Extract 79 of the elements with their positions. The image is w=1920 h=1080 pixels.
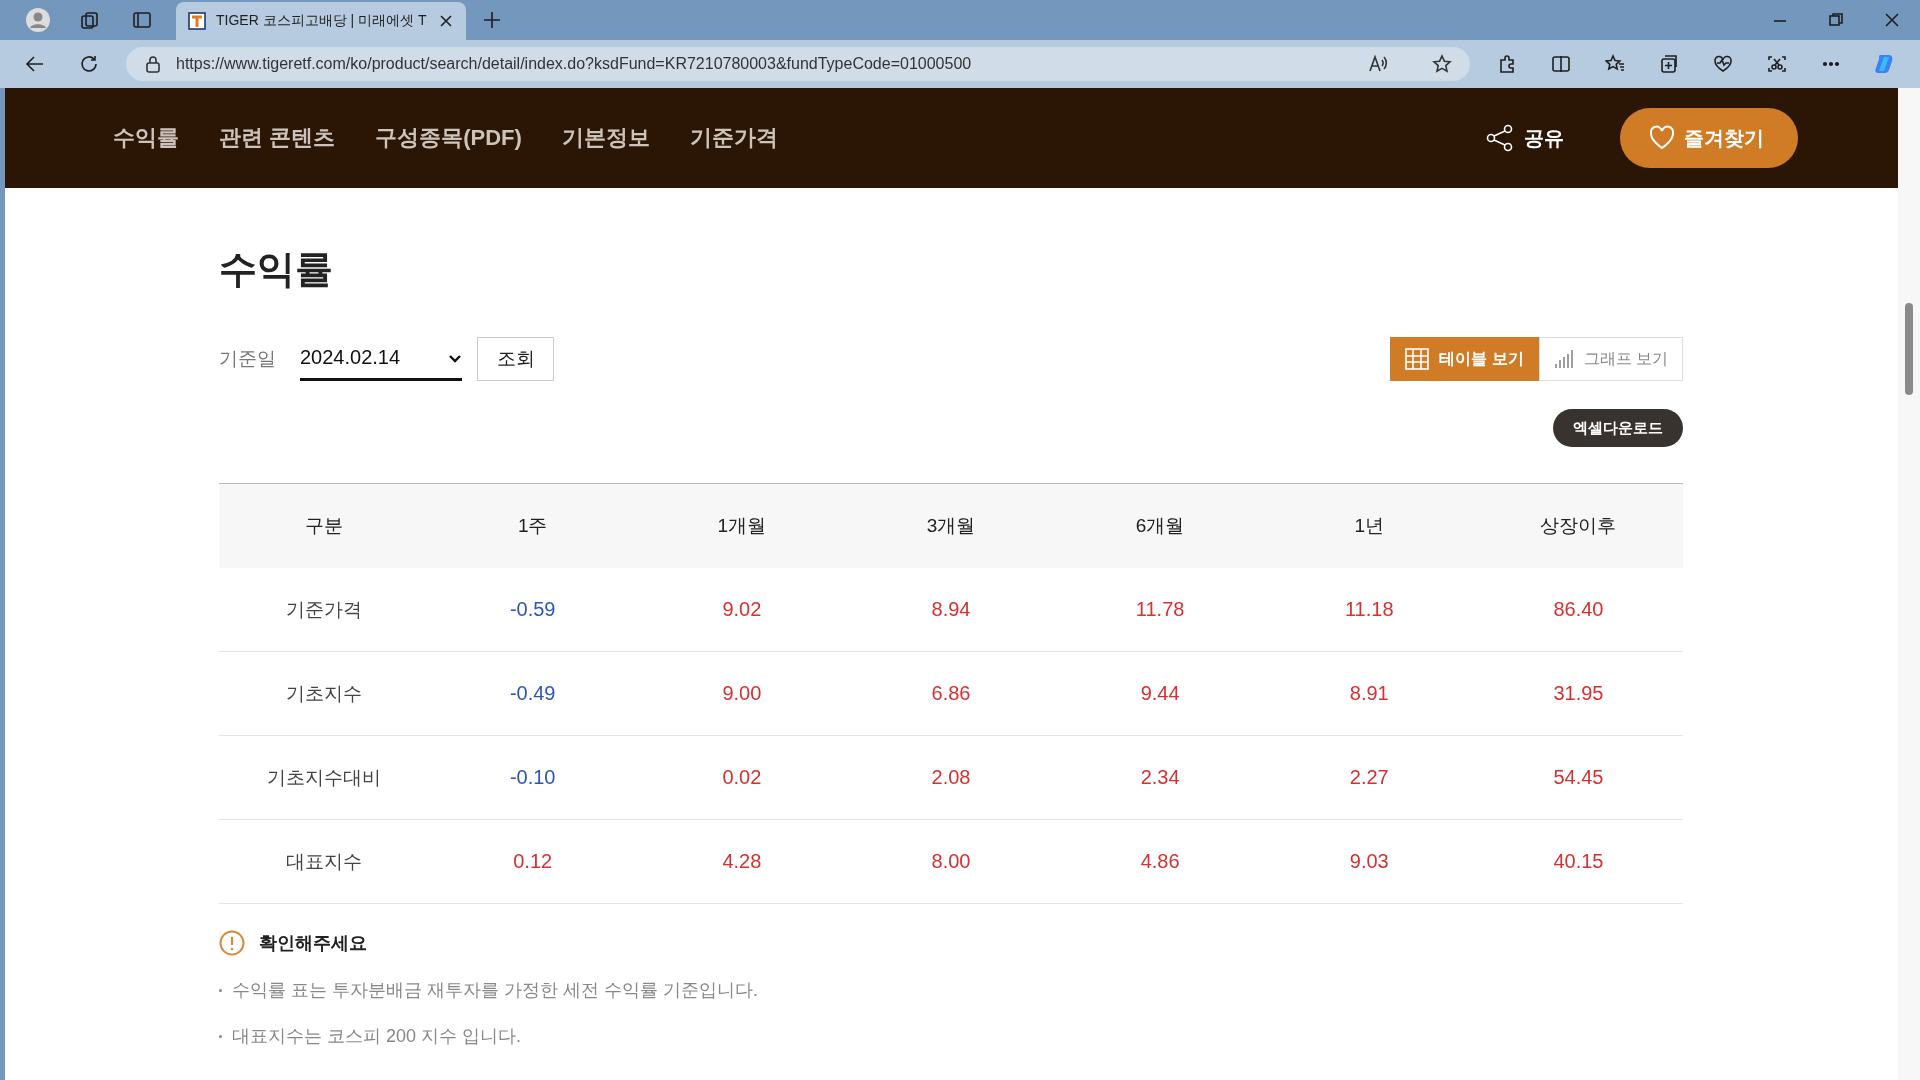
read-aloud-icon[interactable] (1368, 54, 1388, 74)
split-screen-icon[interactable] (1551, 54, 1571, 74)
nav-link[interactable]: 구성종목(PDF) (375, 123, 522, 153)
table-cell: 6.86 (846, 651, 1056, 736)
table-cell: -0.10 (428, 735, 638, 820)
column-header: 1년 (1264, 483, 1474, 568)
table-cell: 2.34 (1055, 735, 1265, 820)
profile-avatar-icon[interactable] (25, 7, 51, 33)
notice-title: 확인해주세요 (259, 932, 367, 955)
screenshot-icon[interactable] (1767, 54, 1787, 74)
table-cell: 9.02 (637, 568, 847, 652)
table-cell: 40.15 (1473, 819, 1683, 904)
table-cell: 8.91 (1264, 651, 1474, 736)
row-header: 기초지수 (219, 651, 429, 736)
back-icon[interactable] (25, 54, 45, 74)
share-icon (1486, 124, 1514, 152)
column-header: 6개월 (1055, 483, 1265, 568)
column-header: 3개월 (846, 483, 1056, 568)
extensions-icon[interactable] (1497, 54, 1517, 74)
table-cell: 8.94 (846, 568, 1056, 652)
favorites-icon[interactable] (1605, 54, 1625, 74)
bar-chart-icon (1553, 348, 1574, 370)
table-cell: -0.49 (428, 651, 638, 736)
column-header: 구분 (219, 483, 429, 568)
row-header: 기초지수대비 (219, 735, 429, 820)
tab-actions-icon[interactable] (132, 10, 152, 30)
row-header: 기준가격 (219, 568, 429, 652)
browser-tab[interactable]: TIGER 코스피고배당 | 미래에셋 T (176, 2, 466, 40)
restore-icon[interactable] (1829, 13, 1843, 27)
notice-text: 수익률 표는 투자분배금 재투자를 가정한 세전 수익률 기준입니다. (232, 979, 758, 1002)
date-dropdown[interactable]: 2024.02.14 (300, 337, 462, 381)
nav-link[interactable]: 수익률 (113, 123, 179, 153)
close-icon[interactable] (438, 13, 454, 29)
table-cell: 86.40 (1473, 568, 1683, 652)
table-cell: 8.00 (846, 819, 1056, 904)
table-cell: 31.95 (1473, 651, 1683, 736)
search-button[interactable]: 조회 (477, 337, 554, 381)
table-cell: 54.45 (1473, 735, 1683, 820)
table-cell: 0.02 (637, 735, 847, 820)
collections-icon[interactable] (1659, 54, 1679, 74)
table-cell: 4.28 (637, 819, 847, 904)
table-cell: 4.86 (1055, 819, 1265, 904)
table-grid-icon (1405, 348, 1430, 370)
heart-icon (1648, 124, 1676, 152)
excel-download-button[interactable]: 엑셀다운로드 (1553, 409, 1683, 447)
table-cell: 2.08 (846, 735, 1056, 820)
graph-view-tab[interactable]: 그래프 보기 (1538, 337, 1683, 381)
column-header: 1개월 (637, 483, 847, 568)
star-icon[interactable] (1432, 54, 1452, 74)
row-header: 대표지수 (219, 819, 429, 904)
table-cell: 9.03 (1264, 819, 1474, 904)
address-bar[interactable]: https://www.tigeretf.com/ko/product/search/detail/index.do?ksdFund=KR7210780003&fundTypeCode=01000500 (126, 47, 1470, 81)
heart-pulse-icon[interactable] (1713, 54, 1733, 74)
nav-link[interactable]: 관련 콘텐츠 (219, 123, 336, 153)
refresh-icon[interactable] (79, 54, 99, 74)
date-label: 기준일 (219, 347, 276, 371)
share-button[interactable]: 공유 (1480, 123, 1570, 153)
site-favicon-icon (188, 12, 206, 30)
column-header: 1주 (428, 483, 638, 568)
section-title: 수익률 (219, 247, 334, 292)
table-cell: 9.44 (1055, 651, 1265, 736)
url-text: https://www.tigeretf.com/ko/product/search/detail/index.do?ksdFund=KR7210780003&fundTypeCode=01000500 (176, 55, 973, 73)
table-cell: 0.12 (428, 819, 638, 904)
lock-icon (144, 55, 162, 73)
column-header: 상장이후 (1473, 483, 1683, 568)
nav-link[interactable]: 기본정보 (561, 123, 650, 153)
table-cell: 11.78 (1055, 568, 1265, 652)
tab-title: TIGER 코스피고배당 | 미래에셋 T (216, 12, 428, 30)
nav-link[interactable]: 기준가격 (689, 123, 778, 153)
table-cell: -0.59 (428, 568, 638, 652)
workspaces-icon[interactable] (80, 10, 100, 30)
table-cell: 2.27 (1264, 735, 1474, 820)
table-cell: 9.00 (637, 651, 847, 736)
new-tab-icon[interactable] (483, 11, 501, 29)
warning-icon (219, 930, 245, 956)
close-icon[interactable] (1885, 13, 1899, 27)
table-cell: 11.18 (1264, 568, 1474, 652)
notice-text: 대표지수는 코스피 200 지수 입니다. (232, 1025, 522, 1048)
scrollbar[interactable] (1898, 88, 1920, 1080)
